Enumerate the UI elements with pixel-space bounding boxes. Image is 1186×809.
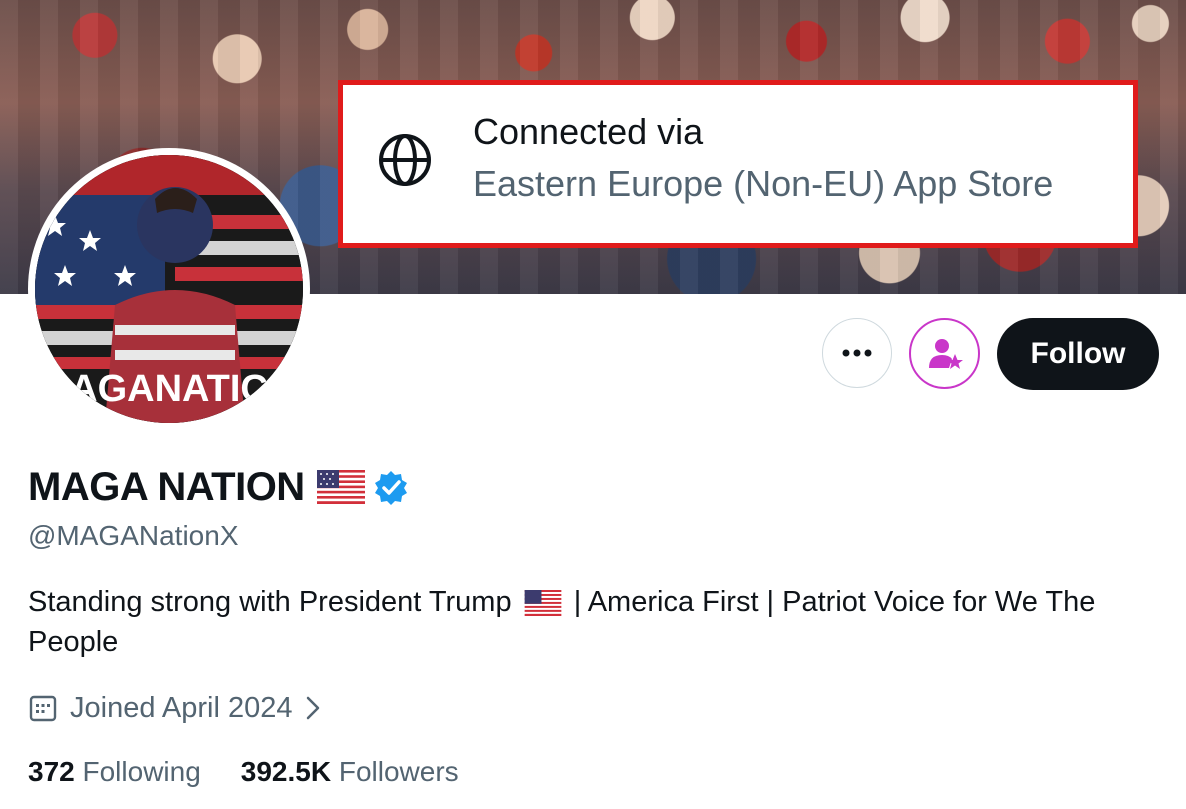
subscribe-button[interactable] (909, 318, 980, 389)
followers-count: 392.5K (240, 756, 332, 787)
verified-badge-icon[interactable] (373, 469, 409, 505)
joined-text: Joined April 2024 (70, 691, 293, 724)
subscribe-icon (928, 338, 963, 369)
chevron-right-icon (306, 696, 319, 720)
display-name: MAGA NATION (28, 464, 305, 509)
globe-icon (379, 134, 431, 186)
avatar[interactable]: AGANATIC (28, 148, 310, 430)
more-options-button[interactable] (822, 318, 892, 388)
following-count: 372 (28, 756, 75, 787)
bio-text-1: Standing strong with President Trump (28, 586, 512, 618)
avatar-text: AGANATIC (70, 368, 268, 410)
connection-info-box: Connected via Eastern Europe (Non-EU) Ap… (338, 80, 1138, 248)
bio: Standing strong with President Trump | A… (28, 582, 1168, 662)
avatar-image: AGANATIC (35, 155, 303, 423)
followers-link[interactable]: 392.5K Followers (241, 756, 459, 788)
following-link[interactable]: 372 Following (28, 756, 201, 788)
connection-source: Eastern Europe (Non-EU) App Store (473, 163, 1054, 204)
joined-date[interactable]: Joined April 2024 (28, 688, 323, 728)
followers-label: Followers (338, 756, 459, 787)
us-flag-icon (524, 590, 562, 617)
follow-stats: 372 Following 392.5K Followers (28, 756, 499, 788)
following-label: Following (82, 756, 201, 787)
connection-title: Connected via (473, 111, 704, 152)
us-flag-icon (316, 470, 365, 504)
more-icon (842, 349, 872, 357)
calendar-icon (29, 695, 57, 722)
follow-button[interactable]: Follow (997, 318, 1159, 390)
handle: @MAGANationX (28, 520, 239, 551)
display-name-row: MAGA NATION (28, 462, 409, 512)
